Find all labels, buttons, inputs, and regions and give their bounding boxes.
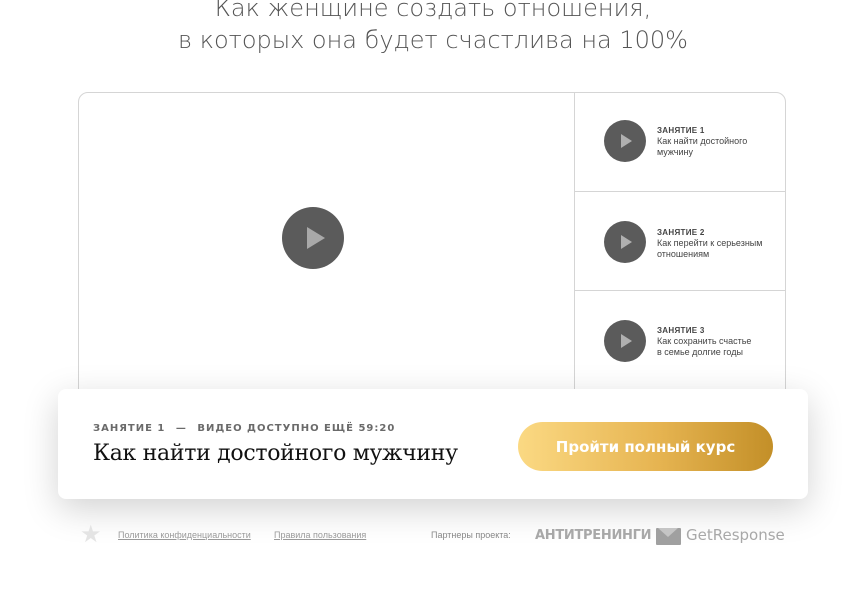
lesson-item-1[interactable]: ЗАНЯТИЕ 1 Как найти достойного мужчину: [575, 93, 785, 192]
terms-link[interactable]: Правила пользования: [274, 530, 366, 540]
meta-dash: —: [175, 423, 187, 434]
lesson-number: ЗАНЯТИЕ 2: [657, 228, 705, 237]
privacy-policy-link[interactable]: Политика конфиденциальности: [118, 530, 251, 540]
lesson-title-line-1: Как найти достойного: [657, 136, 748, 146]
star-icon: ★: [80, 521, 102, 548]
headline-line-2: в которых она будет счастлива на 100%: [178, 26, 688, 54]
lesson-list: ЗАНЯТИЕ 1 Как найти достойного мужчину З…: [575, 93, 785, 413]
partner-logo-getresponse[interactable]: GetResponse: [686, 526, 785, 544]
lesson-text: ЗАНЯТИЕ 2 Как перейти к серьезным отноше…: [657, 227, 777, 260]
full-course-button[interactable]: Пройти полный курс: [518, 422, 773, 471]
lesson-title-line-2: отношениям: [657, 249, 710, 259]
video-area[interactable]: [79, 93, 575, 413]
lesson-number: ЗАНЯТИЕ 1: [657, 126, 705, 135]
lesson-meta: ЗАНЯТИЕ 1 — ВИДЕО ДОСТУПНО ЕЩЁ 59:20: [93, 423, 401, 434]
lesson-title-line-2: в семье долгие годы: [657, 347, 743, 357]
lesson-number: ЗАНЯТИЕ 3: [657, 326, 705, 335]
availability-timer: ВИДЕО ДОСТУПНО ЕЩЁ 59:20: [197, 423, 396, 434]
lesson-title-line-2: мужчину: [657, 147, 693, 157]
headline-line-1: Как женщине создать отношения,: [214, 0, 652, 22]
partners-label: Партнеры проекта:: [431, 530, 511, 540]
lesson-title-line-1: Как перейти к серьезным: [657, 238, 763, 248]
lesson-text: ЗАНЯТИЕ 3 Как сохранить счастье в семье …: [657, 325, 777, 358]
mail-icon: [656, 528, 681, 545]
footer: ★ Политика конфиденциальности Правила по…: [0, 520, 866, 552]
page-headline: Как женщине создать отношения, в которых…: [0, 0, 866, 56]
partner-logo-antitreningi[interactable]: АНТИТРЕНИНГИ: [535, 528, 651, 543]
play-icon[interactable]: [604, 320, 646, 362]
video-player-frame: ЗАНЯТИЕ 1 Как найти достойного мужчину З…: [78, 92, 786, 414]
current-lesson-card: ЗАНЯТИЕ 1 — ВИДЕО ДОСТУПНО ЕЩЁ 59:20 Как…: [58, 389, 808, 499]
lesson-label: ЗАНЯТИЕ 1: [93, 423, 166, 434]
play-icon[interactable]: [604, 120, 646, 162]
lesson-item-2[interactable]: ЗАНЯТИЕ 2 Как перейти к серьезным отноше…: [575, 192, 785, 291]
lesson-title: Как найти достойного мужчину: [93, 441, 458, 466]
play-icon[interactable]: [604, 221, 646, 263]
lesson-title-line-1: Как сохранить счастье: [657, 336, 752, 346]
lesson-text: ЗАНЯТИЕ 1 Как найти достойного мужчину: [657, 125, 777, 158]
play-icon[interactable]: [282, 207, 344, 269]
